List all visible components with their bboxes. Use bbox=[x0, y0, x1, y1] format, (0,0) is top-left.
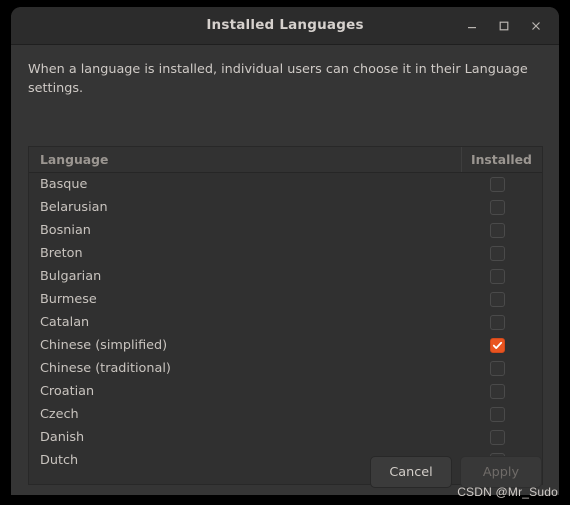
language-name: Catalan bbox=[40, 315, 90, 330]
checkbox-checked[interactable] bbox=[490, 338, 505, 353]
table-row[interactable]: Chinese (traditional) bbox=[29, 357, 542, 380]
checkbox-unchecked[interactable] bbox=[490, 430, 505, 445]
language-name: Bulgarian bbox=[40, 269, 102, 284]
table-row[interactable]: Bulgarian bbox=[29, 265, 542, 288]
close-button[interactable] bbox=[521, 11, 551, 41]
installed-cell[interactable] bbox=[461, 292, 542, 307]
table-row[interactable]: Czech bbox=[29, 403, 542, 426]
language-name: Croatian bbox=[40, 384, 95, 399]
language-list[interactable]: Language Installed Basque Belarusian Bosni… bbox=[28, 146, 543, 485]
screen: Installed Languages When a language is i… bbox=[0, 0, 570, 505]
table-row[interactable]: Catalan bbox=[29, 311, 542, 334]
language-name: Burmese bbox=[40, 292, 97, 307]
checkbox-unchecked[interactable] bbox=[490, 315, 505, 330]
table-row[interactable]: Breton bbox=[29, 242, 542, 265]
installed-cell[interactable] bbox=[461, 315, 542, 330]
installed-cell[interactable] bbox=[461, 246, 542, 261]
table-row[interactable]: Basque bbox=[29, 173, 542, 196]
apply-button[interactable]: Apply bbox=[460, 456, 542, 488]
installed-cell[interactable] bbox=[461, 384, 542, 399]
checkbox-unchecked[interactable] bbox=[490, 200, 505, 215]
table-row[interactable]: Belarusian bbox=[29, 196, 542, 219]
table-row[interactable]: Burmese bbox=[29, 288, 542, 311]
column-header-installed[interactable]: Installed bbox=[461, 147, 542, 172]
table-row[interactable]: Danish bbox=[29, 426, 542, 449]
minimize-icon bbox=[466, 20, 478, 32]
checkbox-unchecked[interactable] bbox=[490, 384, 505, 399]
installed-cell[interactable] bbox=[461, 177, 542, 192]
list-header-row: Language Installed bbox=[29, 147, 542, 173]
checkbox-unchecked[interactable] bbox=[490, 223, 505, 238]
dialog-window: Installed Languages When a language is i… bbox=[11, 7, 559, 495]
installed-cell[interactable] bbox=[461, 338, 542, 353]
checkbox-unchecked[interactable] bbox=[490, 361, 505, 376]
checkbox-unchecked[interactable] bbox=[490, 407, 505, 422]
checkbox-unchecked[interactable] bbox=[490, 246, 505, 261]
table-row[interactable]: Croatian bbox=[29, 380, 542, 403]
dialog-content: When a language is installed, individual… bbox=[11, 45, 559, 495]
installed-cell[interactable] bbox=[461, 407, 542, 422]
window-controls bbox=[457, 7, 551, 44]
installed-cell[interactable] bbox=[461, 430, 542, 445]
minimize-button[interactable] bbox=[457, 11, 487, 41]
dialog-footer: Cancel Apply bbox=[11, 448, 559, 495]
installed-cell[interactable] bbox=[461, 223, 542, 238]
language-name: Czech bbox=[40, 407, 79, 422]
list-rows: Basque Belarusian Bosnian Breton Bulgarian Bu… bbox=[29, 173, 542, 484]
checkbox-unchecked[interactable] bbox=[490, 269, 505, 284]
checkbox-unchecked[interactable] bbox=[490, 292, 505, 307]
language-name: Basque bbox=[40, 177, 88, 192]
table-row[interactable]: Bosnian bbox=[29, 219, 542, 242]
titlebar[interactable]: Installed Languages bbox=[11, 7, 559, 45]
close-icon bbox=[530, 20, 542, 32]
installed-cell[interactable] bbox=[461, 200, 542, 215]
checkbox-unchecked[interactable] bbox=[490, 177, 505, 192]
table-row[interactable]: Chinese (simplified) bbox=[29, 334, 542, 357]
maximize-icon bbox=[498, 20, 510, 32]
maximize-button[interactable] bbox=[489, 11, 519, 41]
language-name: Belarusian bbox=[40, 200, 108, 215]
language-name: Chinese (simplified) bbox=[40, 338, 168, 353]
language-name: Bosnian bbox=[40, 223, 91, 238]
installed-cell[interactable] bbox=[461, 361, 542, 376]
language-name: Chinese (traditional) bbox=[40, 361, 171, 376]
cancel-button[interactable]: Cancel bbox=[370, 456, 452, 488]
language-name: Breton bbox=[40, 246, 83, 261]
description-text: When a language is installed, individual… bbox=[28, 62, 528, 96]
column-header-language[interactable]: Language bbox=[29, 147, 461, 172]
installed-cell[interactable] bbox=[461, 269, 542, 284]
language-name: Danish bbox=[40, 430, 85, 445]
